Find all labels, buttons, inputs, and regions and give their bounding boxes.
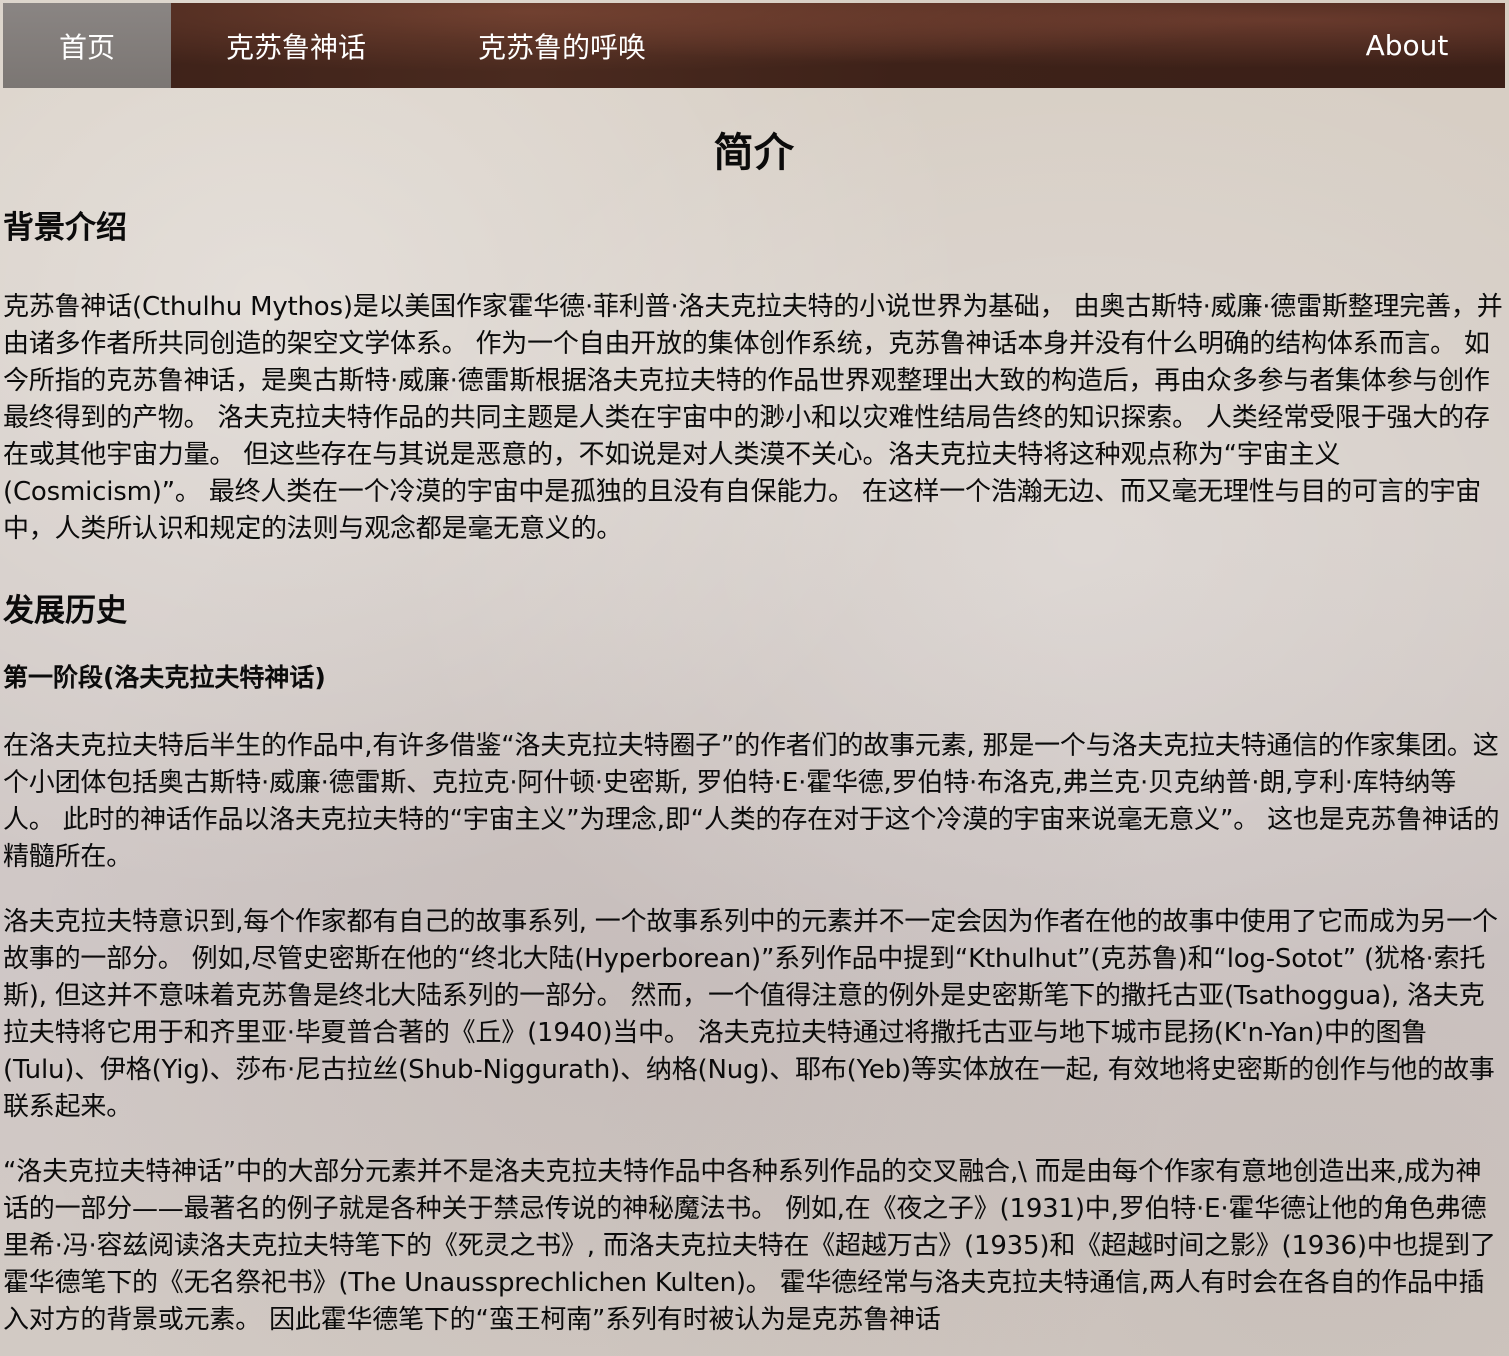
nav-item-cthulhu-mythos[interactable]: 克苏鲁神话	[225, 3, 367, 88]
history-paragraph-1: 在洛夫克拉夫特后半生的作品中,有许多借鉴“洛夫克拉夫特圈子”的作者们的故事元素,…	[3, 731, 1500, 872]
nav-item-call-of-cthulhu[interactable]: 克苏鲁的呼唤	[477, 3, 647, 88]
page-title: 简介	[713, 130, 795, 176]
history-paragraph-3: “洛夫克拉夫特神话”中的大部分元素并不是洛夫克拉夫特作品中各种系列作品的交叉融合…	[3, 1157, 1496, 1335]
main-content: 简介 背景介绍 克苏鲁神话(Cthulhu Mythos)是以美国作家霍华德·菲…	[3, 95, 1505, 1339]
nav-item-home[interactable]: 首页	[3, 3, 171, 88]
background-paragraph: 克苏鲁神话(Cthulhu Mythos)是以美国作家霍华德·菲利普·洛夫克拉夫…	[3, 292, 1503, 544]
history-paragraph-2: 洛夫克拉夫特意识到,每个作家都有自己的故事系列, 一个故事系列中的元素并不一定会…	[3, 907, 1498, 1122]
section-heading-history: 发展历史	[3, 593, 127, 629]
nav-item-about[interactable]: About	[1365, 3, 1449, 88]
top-nav-bar: 首页 克苏鲁神话 克苏鲁的呼唤 About	[3, 3, 1505, 88]
subsection-heading-stage1: 第一阶段(洛夫克拉夫特神话)	[3, 663, 326, 692]
section-heading-background: 背景介绍	[3, 210, 127, 246]
